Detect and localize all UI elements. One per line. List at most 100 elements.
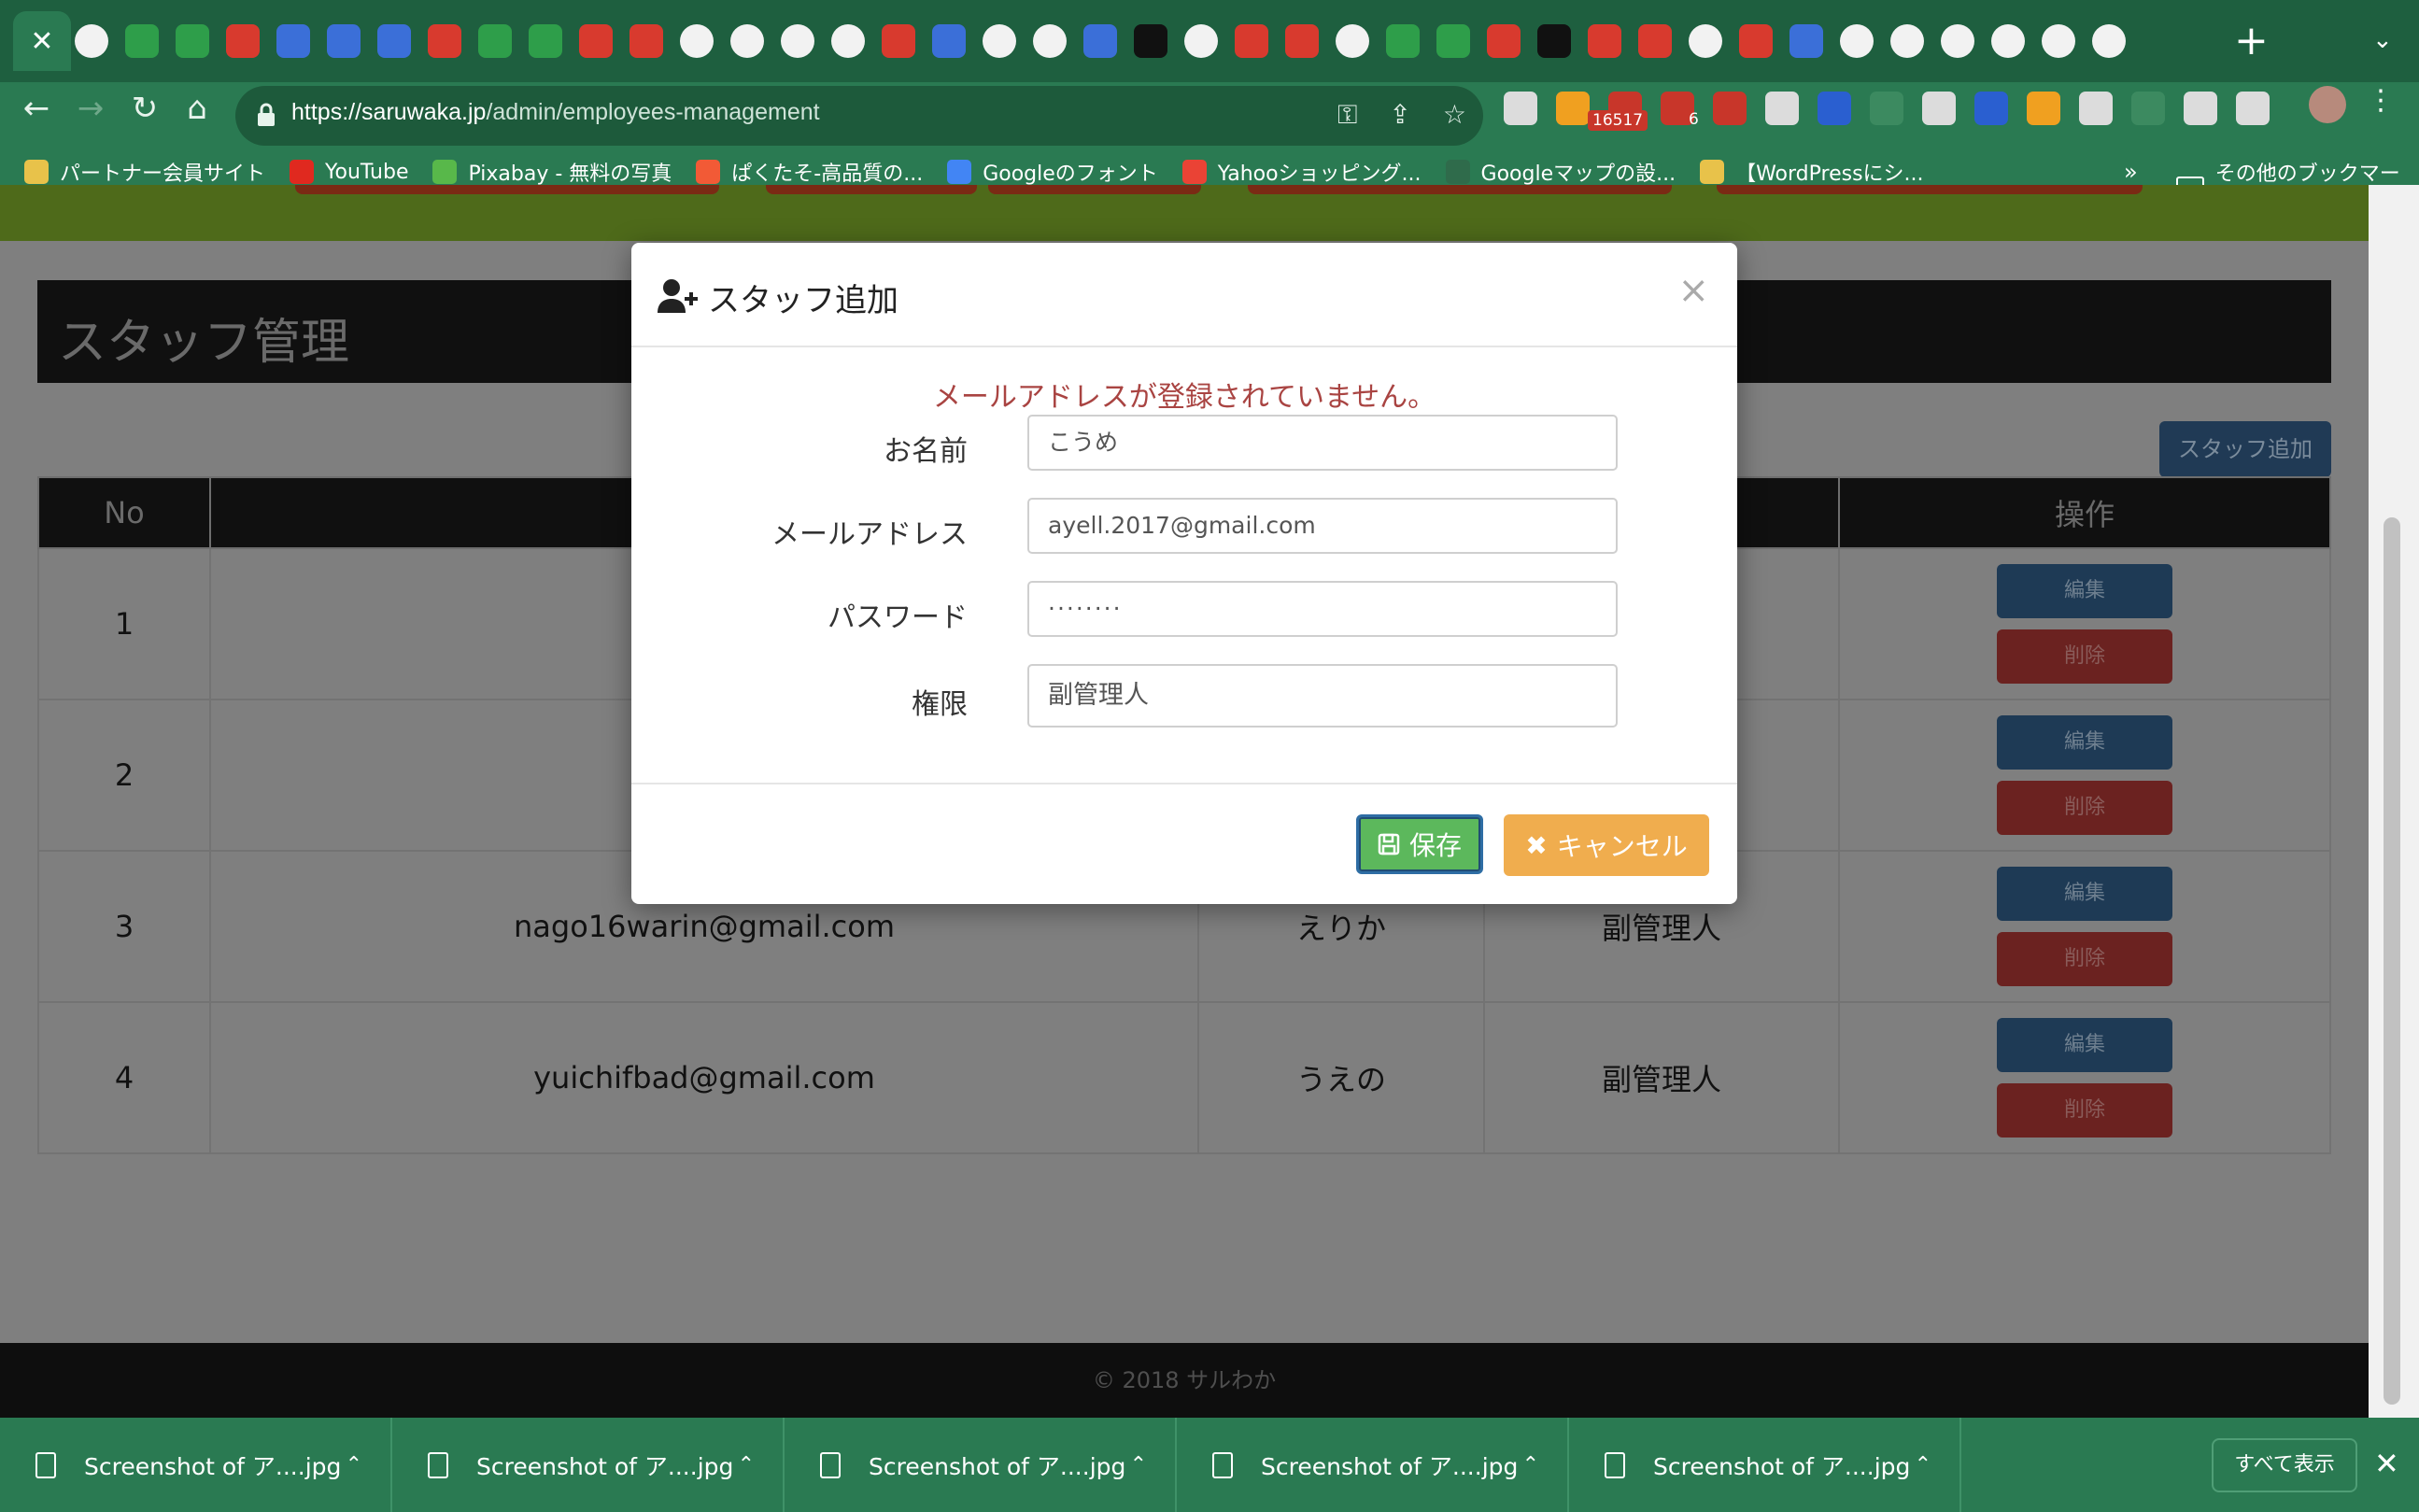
puzzle-icon[interactable]	[2184, 92, 2217, 125]
tab-icon[interactable]	[176, 24, 209, 58]
tab-icon[interactable]	[730, 24, 764, 58]
tab-icon[interactable]	[630, 24, 663, 58]
tab-icon[interactable]	[1184, 24, 1218, 58]
chevron-up-icon[interactable]: ⌃	[346, 1453, 362, 1477]
chevron-up-icon[interactable]: ⌃	[1130, 1453, 1147, 1477]
close-icon[interactable]: ×	[1677, 269, 1709, 312]
forward-icon[interactable]: →	[67, 90, 114, 127]
tab-icon[interactable]	[1689, 24, 1722, 58]
tab-icon[interactable]	[226, 24, 260, 58]
tab-icon[interactable]	[1537, 24, 1571, 58]
bookmark-item[interactable]: パートナー会員サイト	[24, 157, 265, 187]
page-scrollbar[interactable]	[2369, 185, 2419, 1418]
edit-button[interactable]: 編集	[1997, 1018, 2172, 1072]
bookmark-item[interactable]: Yahooショッピング...	[1181, 157, 1422, 187]
tab-icon[interactable]	[428, 24, 461, 58]
chevron-up-icon[interactable]: ⌃	[1522, 1453, 1539, 1477]
scrollbar-thumb[interactable]	[2384, 517, 2400, 1405]
tab-icon[interactable]	[1638, 24, 1672, 58]
tab-icon[interactable]	[75, 24, 108, 58]
tab-icon[interactable]	[529, 24, 562, 58]
tab-icon[interactable]	[882, 24, 915, 58]
tab-icon[interactable]	[1083, 24, 1117, 58]
new-tab-icon[interactable]: +	[2234, 21, 2269, 62]
tab-icon[interactable]	[2092, 24, 2126, 58]
extension-icon[interactable]	[1870, 92, 1903, 125]
avatar[interactable]	[2309, 86, 2346, 123]
tab-icon[interactable]	[831, 24, 865, 58]
delete-button[interactable]: 削除	[1997, 781, 2172, 835]
name-field[interactable]: こうめ	[1027, 415, 1618, 471]
tab-icon[interactable]	[1386, 24, 1420, 58]
tab-icon[interactable]	[1134, 24, 1167, 58]
side-panel-icon[interactable]	[2236, 92, 2270, 125]
tab-icon[interactable]	[1336, 24, 1369, 58]
bookmark-item[interactable]: YouTube	[290, 160, 408, 184]
tab-icon[interactable]	[1840, 24, 1874, 58]
tab-icon[interactable]	[1991, 24, 2025, 58]
tab-icon[interactable]	[377, 24, 411, 58]
tab-icon[interactable]	[1436, 24, 1470, 58]
delete-button[interactable]: 削除	[1997, 932, 2172, 986]
tab-icon[interactable]	[1941, 24, 1974, 58]
home-icon[interactable]: ⌂	[174, 90, 220, 127]
extension-icon[interactable]	[1922, 92, 1956, 125]
role-select[interactable]: 副管理人	[1027, 664, 1618, 728]
edit-button[interactable]: 編集	[1997, 715, 2172, 770]
bookmark-item[interactable]: Pixabay - 無料の写真	[432, 157, 672, 187]
extension-icon[interactable]	[1974, 92, 2008, 125]
delete-button[interactable]: 削除	[1997, 1083, 2172, 1138]
drive-icon[interactable]	[2027, 92, 2060, 125]
tab-icon[interactable]	[478, 24, 512, 58]
download-item[interactable]: Screenshot of ア....jpg ⌃	[0, 1418, 392, 1512]
edit-button[interactable]: 編集	[1997, 564, 2172, 618]
active-tab-close-icon[interactable]: ✕	[13, 11, 71, 71]
tab-icon[interactable]	[1487, 24, 1521, 58]
chevron-up-icon[interactable]: ⌃	[738, 1453, 755, 1477]
bookmark-item[interactable]: ぱくたそ-高品質の...	[696, 157, 923, 187]
key-icon[interactable]: ⚿	[1337, 99, 1357, 131]
bookmark-item[interactable]: Googleのフォント	[947, 157, 1158, 187]
nav-link[interactable]	[1248, 185, 1672, 194]
share-icon[interactable]: ⇪	[1389, 99, 1410, 131]
edit-button[interactable]: 編集	[1997, 867, 2172, 921]
tab-icon[interactable]	[1033, 24, 1067, 58]
add-staff-button[interactable]: スタッフ追加	[2159, 421, 2331, 477]
tab-search-chevron-icon[interactable]: ⌄	[2372, 26, 2393, 54]
nav-link[interactable]	[295, 185, 719, 194]
reload-icon[interactable]: ↻	[121, 90, 168, 127]
nav-link[interactable]	[988, 185, 1201, 194]
extension-icon[interactable]	[1504, 92, 1537, 125]
tab-icon[interactable]	[1739, 24, 1773, 58]
download-item[interactable]: Screenshot of ア....jpg ⌃	[1177, 1418, 1569, 1512]
tab-icon[interactable]	[1890, 24, 1924, 58]
extension-icon[interactable]	[1765, 92, 1799, 125]
tab-icon[interactable]	[1235, 24, 1268, 58]
bookmark-item[interactable]: 【WordPressにシ...	[1700, 157, 1924, 187]
nav-link[interactable]	[766, 185, 977, 194]
amazon-icon[interactable]	[1556, 92, 1590, 125]
bookmark-item[interactable]: Googleマップの設...	[1445, 157, 1676, 187]
save-button[interactable]: 保存	[1356, 814, 1483, 874]
address-bar[interactable]: https://saruwaka.jp/admin/employees-mana…	[235, 86, 1483, 146]
close-icon[interactable]: ✕	[2374, 1446, 2399, 1481]
download-item[interactable]: Screenshot of ア....jpg ⌃	[785, 1418, 1177, 1512]
back-icon[interactable]: ←	[13, 90, 60, 127]
show-all-downloads-button[interactable]: すべて表示	[2212, 1438, 2357, 1492]
sync-icon[interactable]	[2131, 92, 2165, 125]
password-field[interactable]: ········	[1027, 581, 1618, 637]
tab-icon[interactable]	[1588, 24, 1621, 58]
extension-icon[interactable]	[1818, 92, 1851, 125]
tab-icon[interactable]	[276, 24, 310, 58]
nav-link[interactable]	[1717, 185, 2143, 194]
email-field[interactable]: ayell.2017@gmail.com	[1027, 498, 1618, 554]
tab-icon[interactable]	[1789, 24, 1823, 58]
tab-icon[interactable]	[932, 24, 966, 58]
extension-icon[interactable]	[1713, 92, 1747, 125]
tab-icon[interactable]	[327, 24, 361, 58]
tab-icon[interactable]	[2042, 24, 2075, 58]
tab-icon[interactable]	[579, 24, 613, 58]
extension-icon[interactable]	[2079, 92, 2113, 125]
delete-button[interactable]: 削除	[1997, 629, 2172, 684]
tab-icon[interactable]	[125, 24, 159, 58]
